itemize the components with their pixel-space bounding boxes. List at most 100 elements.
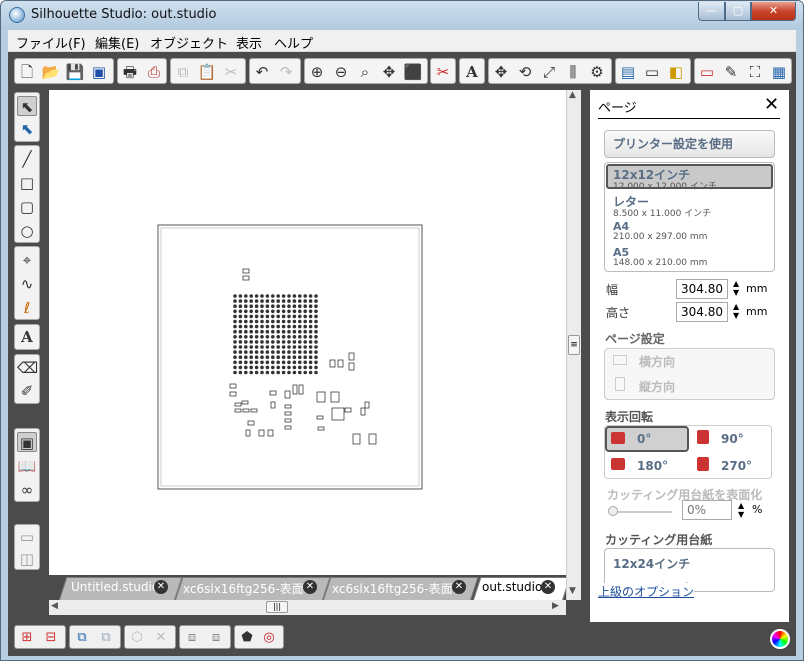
zoom-select-icon[interactable]: ⌕ [355, 62, 375, 82]
height-input[interactable]: 304.80 [676, 302, 728, 322]
new-document-icon[interactable]: 🗋 [17, 62, 37, 82]
split-layout-icon[interactable]: ◫ [17, 549, 37, 569]
offset-icon[interactable]: ⬟ [237, 628, 257, 648]
tab-close-icon[interactable]: ✕ [154, 580, 168, 594]
use-printer-settings-button[interactable]: プリンター設定を使用 [604, 130, 775, 158]
scroll-up-arrow-icon[interactable]: ▲ [569, 90, 576, 100]
tab-close-icon[interactable]: ✕ [303, 580, 317, 594]
menu-view[interactable]: 表示 [236, 33, 262, 52]
cut-settings-scissors-icon[interactable]: ✂ [433, 62, 453, 82]
zoom-out-icon[interactable]: ⊖ [331, 62, 351, 82]
rotate-icon[interactable]: ⟲ [515, 62, 535, 82]
width-input[interactable]: 304.80 [676, 279, 728, 299]
group-icon[interactable]: ⊞ [17, 628, 37, 648]
menu-file[interactable]: ファイル(F) [16, 33, 86, 52]
mat-option[interactable]: 12x24インチ [613, 555, 690, 572]
open-folder-icon[interactable]: 📂 [41, 62, 61, 82]
paste-icon[interactable]: 📋 [197, 62, 217, 82]
polygon-tool-icon[interactable]: ⌖ [17, 250, 37, 270]
menu-help[interactable]: ヘルプ [274, 33, 313, 52]
text-style-icon[interactable]: A [462, 62, 482, 82]
tab-close-icon[interactable]: ✕ [452, 580, 466, 594]
trace-icon[interactable]: ∞ [17, 480, 37, 500]
eraser-icon[interactable]: ⌫ [17, 358, 38, 378]
horizontal-scroll-thumb[interactable]: ||| [266, 601, 288, 613]
line-tool-icon[interactable]: ╱ [17, 149, 37, 169]
rotation-270-option[interactable]: 270° [721, 459, 752, 473]
replicate-icon[interactable]: ⚙ [587, 62, 607, 82]
pencil-icon[interactable]: ✎ [721, 62, 741, 82]
registration-target-icon[interactable]: ◎ [259, 628, 279, 648]
mat-opacity-slider-track[interactable] [612, 511, 672, 513]
knife-icon[interactable]: ✐ [17, 381, 37, 401]
cutter-icon[interactable]: ◧ [666, 62, 686, 82]
minimize-button[interactable]: — [698, 2, 725, 21]
move-icon[interactable]: ✥ [491, 62, 511, 82]
freehand-tool-icon[interactable]: ℓ [17, 298, 37, 318]
grid-icon[interactable]: ▦ [769, 62, 789, 82]
text-tool-icon[interactable]: A [17, 327, 37, 347]
mat-opacity-slider-handle[interactable] [608, 506, 618, 516]
curve-tool-icon[interactable]: ∿ [17, 274, 37, 294]
advanced-options-link[interactable]: 上級のオプション [598, 583, 695, 600]
landscape-option[interactable]: 横方向 [639, 353, 675, 370]
width-spinner-icon[interactable]: ▲ ▼ [733, 279, 739, 297]
horizontal-scrollbar[interactable]: ◀ ||| ▶ [49, 600, 566, 615]
close-button[interactable]: ✕ [751, 2, 796, 21]
release-compound-path-icon[interactable]: ⧉ [96, 628, 116, 648]
copy-icon[interactable]: ⧉ [173, 62, 193, 82]
page-size-list[interactable]: 12x12インチ 12.000 x 12.000 インチ レター 8.500 x… [604, 162, 775, 272]
bring-forward-icon[interactable]: ⧈ [182, 628, 202, 648]
height-spinner-icon[interactable]: ▲ ▼ [733, 302, 739, 320]
scroll-right-arrow-icon[interactable]: ▶ [552, 601, 559, 611]
color-wheel-icon[interactable] [770, 629, 790, 649]
align-icon[interactable]: ⫼ [563, 62, 583, 82]
page-settings-icon[interactable]: ▭ [697, 62, 717, 82]
library-book-icon[interactable]: 📖 [17, 456, 37, 476]
document-tabs-bar: Untitled.studio ✕ xc6slx16ftg256-表面... ✕… [49, 575, 571, 600]
pan-icon[interactable]: ✥ [379, 62, 399, 82]
portrait-option[interactable]: 縦方向 [639, 378, 675, 395]
rotation-180-option[interactable]: 180° [637, 459, 668, 473]
tab-close-icon[interactable]: ✕ [541, 580, 555, 594]
redo-icon[interactable]: ↷ [276, 62, 296, 82]
make-compound-path-icon[interactable]: ⧉ [72, 628, 92, 648]
scroll-down-arrow-icon[interactable]: ▼ [569, 586, 576, 596]
ellipse-tool-icon[interactable]: ○ [17, 221, 37, 241]
print-icon[interactable]: 🖶 [120, 62, 140, 82]
scale-icon[interactable]: ⤢ [539, 62, 559, 82]
panel-close-icon[interactable]: ✕ [764, 94, 779, 115]
save-to-sd-icon[interactable]: ▣ [89, 62, 109, 82]
delete-x-icon[interactable]: ✕ [151, 628, 171, 648]
mat-opacity-spinner-icon[interactable]: ▲ ▼ [738, 501, 744, 519]
panel-layout-icon[interactable]: ▭ [17, 527, 37, 547]
rotation-0-option[interactable]: 0° [637, 432, 651, 446]
send-backward-icon[interactable]: ⧈ [206, 628, 226, 648]
cut-scissors-icon[interactable]: ✂ [221, 62, 241, 82]
weld-icon[interactable]: ⬡ [127, 628, 147, 648]
scroll-left-arrow-icon[interactable]: ◀ [51, 601, 58, 611]
rectangle-tool-icon[interactable]: □ [17, 173, 37, 193]
library-icon[interactable]: ▤ [618, 62, 638, 82]
select-arrow-icon[interactable]: ⬉ [17, 96, 37, 116]
vertical-scrollbar[interactable]: ▲ ≡ ▼ [566, 90, 581, 600]
ungroup-icon[interactable]: ⊟ [41, 628, 61, 648]
menu-object[interactable]: オブジェクト [150, 33, 228, 52]
undo-icon[interactable]: ↶ [252, 62, 272, 82]
store-icon[interactable]: ▭ [642, 62, 662, 82]
zoom-in-icon[interactable]: ⊕ [307, 62, 327, 82]
rounded-rectangle-tool-icon[interactable]: ▢ [17, 197, 37, 217]
design-canvas[interactable] [49, 90, 566, 583]
bga-pad [249, 309, 253, 314]
rotation-90-option[interactable]: 90° [721, 432, 744, 446]
vertical-scroll-thumb[interactable]: ≡ [568, 335, 580, 355]
fit-page-icon[interactable]: ⬛ [403, 62, 423, 82]
maximize-button[interactable]: ▢ [725, 2, 751, 21]
menu-edit[interactable]: 編集(E) [95, 33, 139, 52]
save-icon[interactable]: 💾 [65, 62, 85, 82]
mat-opacity-input[interactable]: 0% [682, 500, 732, 520]
send-to-cutter-icon[interactable]: ⎙ [144, 62, 164, 82]
page-view-icon[interactable]: ▣ [17, 432, 37, 452]
fullscreen-icon[interactable]: ⛶ [745, 62, 765, 82]
edit-points-icon[interactable]: ⬉ [17, 119, 37, 139]
